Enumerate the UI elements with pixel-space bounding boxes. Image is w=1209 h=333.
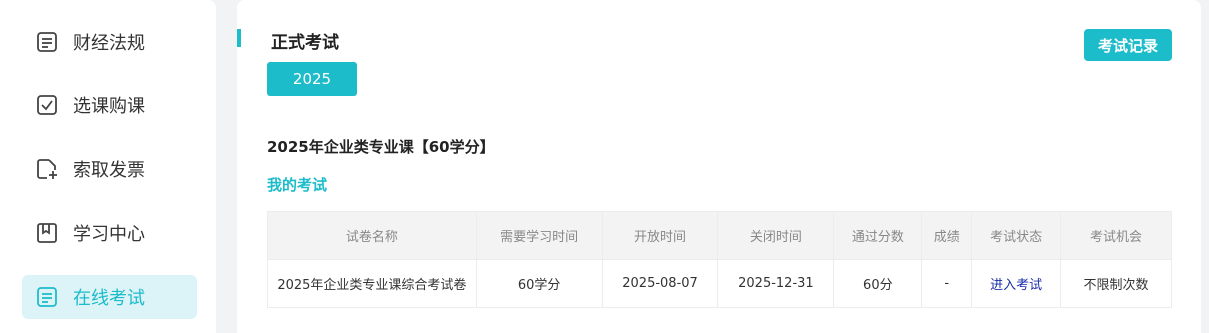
checkbox-icon	[36, 94, 58, 116]
header-exam-name: 试卷名称	[267, 211, 477, 260]
sidebar-item-label: 索取发票	[73, 160, 145, 181]
enter-exam-link[interactable]: 进入考试	[971, 259, 1062, 308]
course-title: 2025年企业类专业课【60学分】	[267, 138, 495, 156]
sidebar-item-label: 学习中心	[73, 224, 145, 245]
cell-required-study-time: 60学分	[475, 259, 603, 308]
sidebar: 财经法规 选课购课 索取发票 学习中心 在线考试	[0, 0, 216, 333]
header-score: 成绩	[921, 211, 973, 260]
cell-exam-attempts: 不限制次数	[1060, 259, 1172, 308]
cell-exam-name: 2025年企业类专业课综合考试卷	[267, 259, 477, 308]
my-exam-heading: 我的考试	[267, 176, 328, 194]
title-accent-bar	[237, 29, 241, 47]
header-exam-attempts: 考试机会	[1060, 211, 1172, 260]
sidebar-item-label: 选课购课	[73, 96, 145, 117]
page-title: 正式考试	[271, 33, 339, 53]
main-panel: 正式考试 考试记录 2025 2025年企业类专业课【60学分】 我的考试 试卷…	[237, 0, 1201, 333]
header-exam-status: 考试状态	[971, 211, 1062, 260]
document-icon	[36, 31, 58, 53]
header-close-time: 关闭时间	[717, 211, 835, 260]
header-pass-score: 通过分数	[833, 211, 923, 260]
sidebar-item-online-exam[interactable]: 在线考试	[22, 275, 197, 319]
cell-open-time: 2025-08-07	[601, 259, 719, 308]
sidebar-item-course-selection[interactable]: 选课购课	[22, 83, 197, 127]
cell-close-time: 2025-12-31	[717, 259, 835, 308]
sidebar-item-learning-center[interactable]: 学习中心	[22, 211, 197, 255]
header-required-study-time: 需要学习时间	[475, 211, 603, 260]
table-header-row: 试卷名称 需要学习时间 开放时间 关闭时间 通过分数 成绩 考试状态 考试机会	[267, 211, 1172, 260]
sidebar-item-label: 在线考试	[73, 288, 145, 309]
exam-record-button[interactable]: 考试记录	[1084, 29, 1172, 61]
sidebar-item-finance-regulations[interactable]: 财经法规	[22, 20, 197, 64]
exam-table: 试卷名称 需要学习时间 开放时间 关闭时间 通过分数 成绩 考试状态 考试机会 …	[267, 211, 1172, 308]
sidebar-item-invoice[interactable]: 索取发票	[22, 147, 197, 191]
exam-list-icon	[36, 286, 58, 308]
year-tab-2025[interactable]: 2025	[267, 62, 357, 96]
cell-pass-score: 60分	[833, 259, 923, 308]
bookmark-icon	[36, 222, 58, 244]
table-row: 2025年企业类专业课综合考试卷 60学分 2025-08-07 2025-12…	[267, 259, 1172, 308]
invoice-add-icon	[36, 158, 58, 180]
header-open-time: 开放时间	[601, 211, 719, 260]
cell-score: -	[921, 259, 973, 308]
sidebar-item-label: 财经法规	[73, 33, 145, 54]
